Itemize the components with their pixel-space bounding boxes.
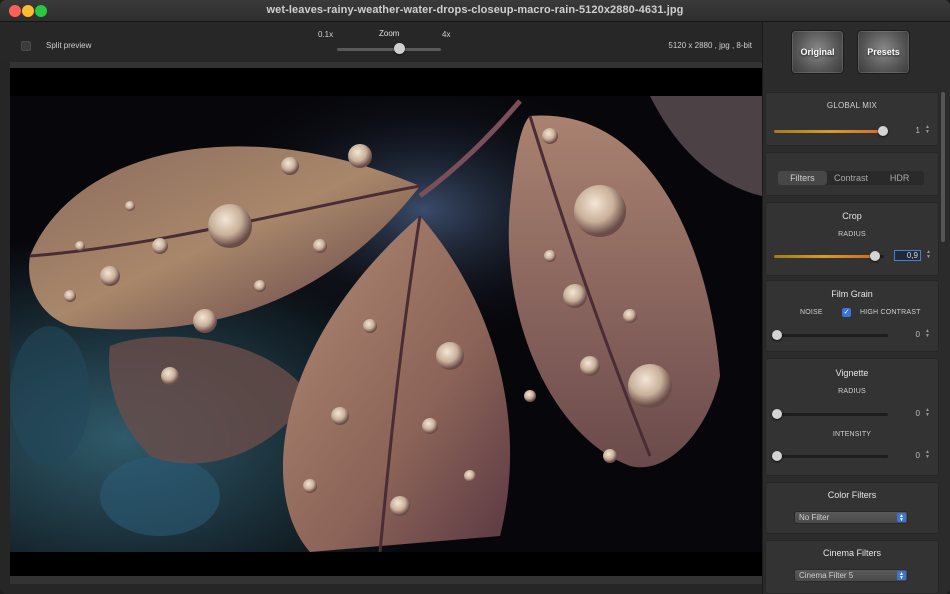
film-grain-title: Film Grain [831,289,873,299]
split-preview-checkbox[interactable] [21,41,31,51]
cinema-filter-select[interactable]: Cinema Filter 5 ▲ ▼ [794,569,908,582]
global-mix-slider[interactable] [774,130,888,133]
vignette-section: Vignette RADIUS 0 ▲ ▼ INTENSITY 0 ▲ ▼ [765,358,939,476]
original-button[interactable]: Original [791,30,844,74]
zoom-slider-track[interactable] [337,48,441,51]
vignette-intensity-slider[interactable] [774,455,888,458]
zoom-max-label: 4x [442,30,451,39]
app-window: wet-leaves-rainy-weather-water-drops-clo… [0,0,950,594]
image-info: 5120 x 2880 , jpg , 8-bit [668,41,752,50]
chevron-updown-icon: ▲ ▼ [897,571,906,581]
leaves-photo [10,96,762,552]
color-filter-selected: No Filter [799,513,830,522]
global-mix-knob[interactable] [878,126,888,136]
film-grain-slider[interactable] [774,334,888,337]
vignette-radius-stepper[interactable]: ▲ ▼ [924,408,931,419]
crop-section: Crop RADIUS 0,9 ▲ ▼ [765,202,939,276]
toolbar: Split preview 0.1x Zoom 4x 5120 x 2880 ,… [0,22,762,62]
cinema-filters-section: Cinema Filters Cinema Filter 5 ▲ ▼ [765,540,939,594]
mode-tabs-section: Filters Contrast HDR [765,152,939,196]
vignette-radius-value[interactable]: 0 [900,409,920,418]
crop-radius-slider[interactable] [774,255,884,258]
global-mix-value[interactable]: 1 [900,126,920,135]
global-mix-label: GLOBAL MIX [826,101,878,110]
title-bar: wet-leaves-rainy-weather-water-drops-clo… [0,0,950,22]
photo-preview [10,96,762,552]
image-viewport[interactable] [10,62,762,584]
film-grain-stepper[interactable]: ▲ ▼ [924,329,931,340]
vignette-radius-slider[interactable] [774,413,888,416]
vignette-radius-label: RADIUS [838,388,866,395]
window-title: wet-leaves-rainy-weather-water-drops-clo… [266,4,684,16]
crop-radius-fill [774,255,876,258]
high-contrast-label: HIGH CONTRAST [860,309,921,316]
color-filters-section: Color Filters No Filter ▲ ▼ [765,482,939,534]
global-mix-fill [774,130,888,133]
chevron-updown-icon: ▲ ▼ [897,513,906,523]
crop-radius-stepper[interactable]: ▲ ▼ [925,250,932,261]
crop-radius-value[interactable]: 0,9 [894,250,921,261]
film-grain-knob[interactable] [772,330,782,340]
vignette-radius-knob[interactable] [772,409,782,419]
high-contrast-checkbox[interactable]: ✓ [842,308,851,317]
split-preview-label: Split preview [46,41,92,50]
noise-label: NOISE [800,309,823,316]
global-mix-section: GLOBAL MIX 1 ▲ ▼ [765,92,939,146]
cinema-filters-title: Cinema Filters [822,548,881,558]
tab-hdr[interactable]: HDR [875,171,924,185]
vignette-intensity-label: INTENSITY [832,431,872,438]
vignette-intensity-knob[interactable] [772,451,782,461]
adjustments-panel: Original Presets GLOBAL MIX 1 ▲ ▼ Filters… [762,22,950,594]
zoom-slider-knob[interactable] [394,43,405,54]
crop-title: Crop [842,211,862,221]
zoom-min-label: 0.1x [318,30,334,39]
vignette-intensity-value[interactable]: 0 [900,451,920,460]
crop-radius-label: RADIUS [838,231,866,238]
global-mix-stepper[interactable]: ▲ ▼ [924,125,931,136]
color-filter-select[interactable]: No Filter ▲ ▼ [794,511,908,524]
vignette-title: Vignette [835,368,869,378]
cinema-filter-selected: Cinema Filter 5 [799,571,854,580]
vignette-intensity-stepper[interactable]: ▲ ▼ [924,450,931,461]
tab-filters[interactable]: Filters [778,171,827,185]
presets-button[interactable]: Presets [857,30,910,74]
zoom-label: Zoom [379,29,400,38]
mode-tabs: Filters Contrast HDR [778,171,924,185]
film-grain-section: Film Grain NOISE ✓ HIGH CONTRAST 0 ▲ ▼ [765,280,939,352]
panel-scrollbar[interactable] [941,92,945,242]
tab-contrast[interactable]: Contrast [827,171,876,185]
crop-radius-knob[interactable] [870,251,880,261]
film-grain-value[interactable]: 0 [900,330,920,339]
color-filters-title: Color Filters [827,490,877,500]
